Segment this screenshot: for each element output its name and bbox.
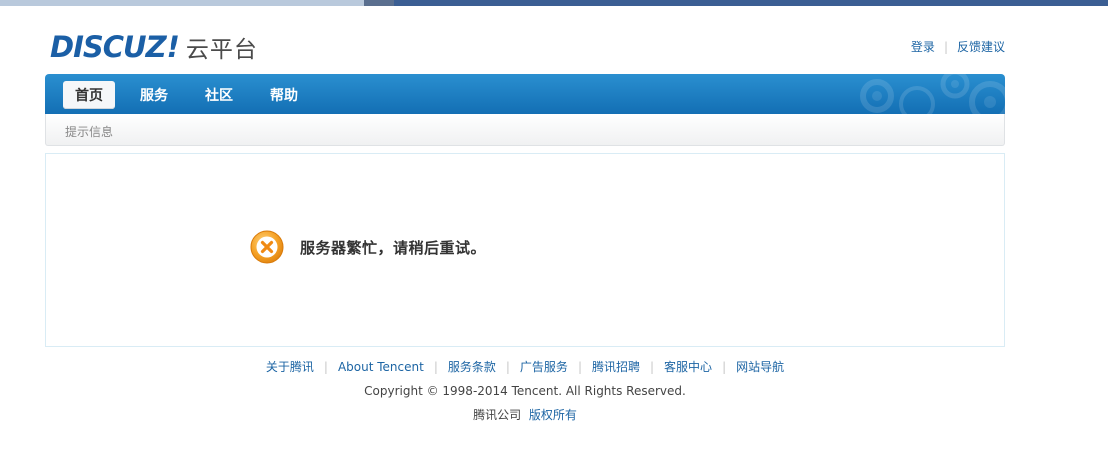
error-x-icon — [250, 230, 284, 264]
link-separator: | — [650, 359, 655, 374]
link-separator: | — [577, 359, 582, 374]
link-separator: | — [433, 359, 438, 374]
logo-wordmark: DISCUZ — [50, 30, 167, 64]
breadcrumb: 提示信息 — [45, 114, 1005, 146]
browser-top-strip — [0, 0, 1108, 6]
company-name: 腾讯公司 — [473, 408, 522, 422]
logo-cloud-platform: 云平台 — [185, 37, 258, 63]
footer-link-careers[interactable]: 腾讯招聘 — [592, 358, 640, 375]
nav-item-home[interactable]: 首页 — [63, 81, 115, 109]
error-message: 服务器繁忙，请稍后重试。 — [250, 230, 486, 264]
footer-link-sitemap[interactable]: 网站导航 — [736, 358, 784, 375]
link-separator: | — [722, 359, 727, 374]
message-panel: 服务器繁忙，请稍后重试。 — [45, 153, 1005, 347]
site-header: DISCUZ ! 云平台 登录 | 反馈建议 — [45, 30, 1005, 70]
copyright-text: Copyright © 1998-2014 Tencent. All Right… — [364, 384, 686, 398]
nav-items: 首页 服务 社区 帮助 — [63, 81, 323, 109]
nav-decoration-icon — [860, 74, 1005, 114]
main-nav: 首页 服务 社区 帮助 — [45, 74, 1005, 114]
top-strip-segment — [0, 0, 364, 6]
breadcrumb-label: 提示信息 — [65, 125, 114, 139]
company-line: 腾讯公司 版权所有 — [45, 406, 1005, 423]
nav-item-community[interactable]: 社区 — [193, 81, 245, 109]
footer-links: 关于腾讯 | About Tencent | 服务条款 | 广告服务 | 腾讯招… — [45, 358, 1005, 375]
footer-link-about-en[interactable]: About Tencent — [338, 360, 424, 374]
header-links: 登录 | 反馈建议 — [911, 38, 1005, 55]
nav-item-services[interactable]: 服务 — [128, 81, 180, 109]
site-logo[interactable]: DISCUZ ! 云平台 — [50, 30, 258, 64]
footer-link-about-cn[interactable]: 关于腾讯 — [266, 358, 314, 375]
footer-link-terms[interactable]: 服务条款 — [448, 358, 496, 375]
login-link[interactable]: 登录 — [911, 38, 935, 55]
link-separator: | — [323, 359, 328, 374]
link-separator: | — [505, 359, 510, 374]
footer-link-support[interactable]: 客服中心 — [664, 358, 712, 375]
feedback-link[interactable]: 反馈建议 — [957, 38, 1005, 55]
site-footer: 关于腾讯 | About Tencent | 服务条款 | 广告服务 | 腾讯招… — [45, 358, 1005, 423]
top-strip-segment — [364, 0, 394, 6]
rights-link[interactable]: 版权所有 — [529, 408, 577, 422]
footer-link-ads[interactable]: 广告服务 — [520, 358, 568, 375]
error-message-text: 服务器繁忙，请稍后重试。 — [300, 238, 487, 257]
top-strip-segment — [394, 0, 1108, 6]
link-separator: | — [943, 39, 948, 54]
logo-exclamation: ! — [166, 30, 180, 64]
nav-item-help[interactable]: 帮助 — [258, 81, 310, 109]
